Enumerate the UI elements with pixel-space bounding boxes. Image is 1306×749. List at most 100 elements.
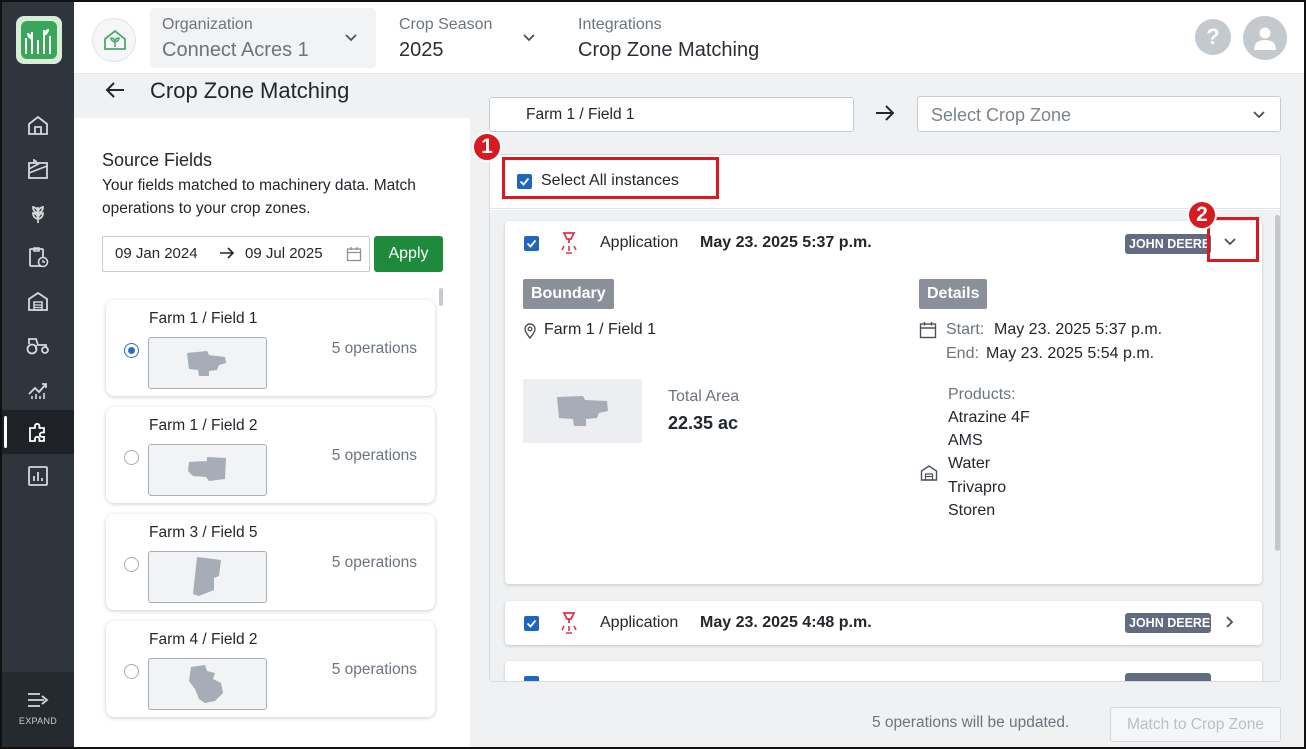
sidebar-expand-label: EXPAND: [18, 716, 58, 726]
operation-checkbox[interactable]: [524, 236, 539, 251]
sidebar-item-reports[interactable]: [2, 454, 74, 498]
organization-selector[interactable]: Organization Connect Acres 1: [150, 8, 376, 68]
start-label: Start:: [946, 321, 985, 338]
tractor-icon: [26, 338, 49, 355]
organization-label: Organization: [162, 16, 253, 33]
reports-icon: [28, 466, 48, 486]
schedule-icon: [29, 247, 49, 268]
field-name: Farm 1 / Field 2: [149, 417, 258, 434]
boundary-tag: Boundary: [523, 279, 614, 309]
yield-icon: [28, 383, 47, 399]
crop-zone-select[interactable]: Select Crop Zone: [917, 96, 1281, 132]
apply-button[interactable]: Apply: [374, 236, 443, 272]
date-range-picker[interactable]: 09 Jan 2024 09 Jul 2025: [102, 236, 370, 272]
products-label: Products:: [948, 386, 1016, 403]
field-radio[interactable]: [124, 557, 139, 572]
chevron-right-icon[interactable]: [1225, 615, 1235, 629]
checkmark-icon: [526, 619, 537, 628]
sidebar-item-home[interactable]: [2, 103, 74, 147]
product-item: Trivapro: [948, 479, 1007, 496]
calendar-icon[interactable]: [346, 246, 362, 262]
update-status-text: 5 operations will be updated.: [872, 714, 1070, 731]
operation-card-expanded: Application May 23. 2025 5:37 p.m. JOHN …: [505, 221, 1262, 584]
sidebar-item-integrations[interactable]: [2, 410, 74, 454]
start-value: May 23. 2025 5:37 p.m.: [994, 321, 1163, 338]
field-operations-count: 5 operations: [331, 554, 417, 571]
page-title: Crop Zone Matching: [150, 78, 350, 103]
operations-scrollbar[interactable]: [1275, 215, 1280, 551]
operation-card-collapsed[interactable]: Application May 23. 2025 4:48 p.m. JOHN …: [505, 601, 1262, 645]
user-avatar-button[interactable]: [1243, 16, 1287, 60]
product-item: Atrazine 4F: [948, 409, 1030, 426]
match-to-crop-zone-button[interactable]: Match to Crop Zone: [1110, 707, 1281, 742]
crop-season-label: Crop Season: [399, 16, 493, 33]
sidebar-item-plans[interactable]: [2, 235, 74, 279]
sidebar-item-yield[interactable]: [2, 367, 74, 411]
sidebar-item-equipment[interactable]: [2, 323, 74, 367]
crop-icon: [32, 205, 44, 223]
chevron-down-icon: [523, 34, 535, 42]
location-pin-icon: [524, 323, 536, 340]
integrations-puzzle-icon: [29, 422, 45, 442]
integrations-page-name: Crop Zone Matching: [578, 39, 760, 61]
chevron-down-icon: [1253, 111, 1265, 119]
details-tag: Details: [919, 279, 988, 309]
callout-select-all-highlight: [502, 157, 719, 199]
source-fields-card: Source Fields Your fields matched to mac…: [74, 118, 470, 747]
sidebar-item-fields[interactable]: [2, 147, 74, 191]
help-button[interactable]: ?: [1195, 19, 1231, 55]
crop-season-selector[interactable]: Crop Season 2025: [392, 8, 542, 68]
farm-house-icon: [104, 29, 126, 50]
field-item[interactable]: Farm 1 / Field 2 5 operations: [106, 407, 435, 503]
field-shape-icon: [557, 396, 608, 426]
sidebar: EXPAND: [2, 2, 74, 747]
date-end: 09 Jul 2025: [245, 245, 323, 262]
crop-season-value: 2025: [399, 39, 444, 61]
operation-checkbox[interactable]: [524, 676, 539, 681]
sidebar-item-storage[interactable]: [2, 279, 74, 323]
operations-panel: Select All instances Application May 23.…: [489, 154, 1281, 682]
expand-icon: [28, 693, 49, 707]
warehouse-icon: [920, 465, 938, 481]
field-shape-icon: [189, 665, 223, 703]
sidebar-expand-button[interactable]: EXPAND: [2, 672, 74, 747]
callout-expand-highlight: [1207, 217, 1259, 262]
field-list-scrollbar[interactable]: [439, 288, 443, 306]
source-fields-description: Your fields matched to machinery data. M…: [102, 177, 416, 217]
top-header: Organization Connect Acres 1 Crop Season…: [74, 2, 1304, 74]
field-shape-icon: [187, 351, 226, 376]
operation-date: May 23. 2025 5:37 p.m.: [700, 234, 872, 251]
operation-source-badge: [1125, 673, 1211, 681]
end-label: End:: [946, 345, 979, 362]
sidebar-item-crops[interactable]: [2, 191, 74, 235]
field-radio[interactable]: [124, 343, 139, 358]
date-start: 09 Jan 2024: [115, 245, 198, 262]
operation-checkbox[interactable]: [524, 616, 539, 631]
operation-card-collapsed[interactable]: [505, 661, 1262, 681]
checkmark-icon: [526, 239, 537, 248]
help-icon: ?: [1206, 24, 1220, 49]
operation-type: Application: [600, 234, 679, 251]
field-radio[interactable]: [124, 450, 139, 465]
product-item: AMS: [948, 432, 983, 449]
sprayer-application-icon: [561, 612, 577, 634]
field-radio[interactable]: [124, 664, 139, 679]
boundary-field-name: Farm 1 / Field 1: [544, 321, 657, 338]
field-item[interactable]: Farm 4 / Field 2 5 operations: [106, 621, 435, 717]
operation-date: May 23. 2025 4:48 p.m.: [700, 614, 872, 631]
field-name: Farm 1 / Field 1: [149, 310, 258, 327]
back-arrow-icon[interactable]: [104, 80, 126, 100]
field-item[interactable]: Farm 3 / Field 5 5 operations: [106, 514, 435, 610]
operation-type: Application: [600, 614, 679, 631]
crop-logo-icon: [21, 21, 57, 59]
arrow-right-icon: [876, 105, 895, 121]
field-operations-count: 5 operations: [331, 447, 417, 464]
user-icon: [1254, 27, 1276, 50]
field-boundary-thumbnail: [148, 658, 267, 710]
app-logo[interactable]: [16, 16, 62, 64]
field-boundary-thumbnail: [148, 444, 267, 496]
product-item: Water: [948, 455, 991, 472]
chevron-down-icon: [345, 34, 357, 42]
home-icon: [28, 115, 48, 135]
field-item[interactable]: Farm 1 / Field 1 5 operations: [106, 300, 435, 396]
